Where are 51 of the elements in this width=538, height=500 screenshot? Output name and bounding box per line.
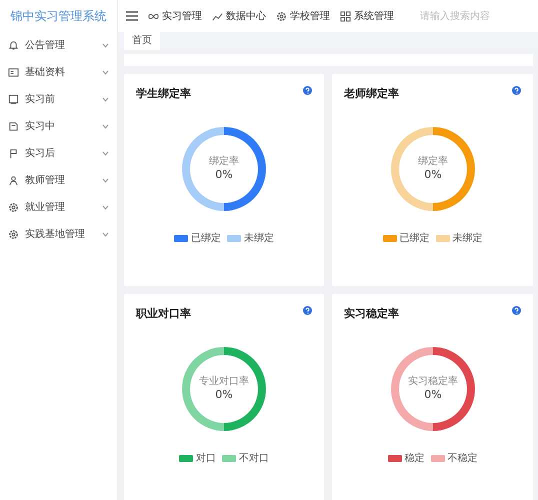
- legend-label: 不对口: [239, 452, 269, 466]
- gear-icon: [8, 229, 19, 240]
- help-icon[interactable]: [303, 86, 312, 95]
- nav-link[interactable]: 数据中心: [212, 8, 266, 24]
- center-label: 实习稳定率: [408, 376, 458, 386]
- flag-icon: [8, 148, 19, 159]
- monitor-icon: [8, 94, 19, 105]
- center-label: 绑定率: [418, 156, 448, 166]
- sidebar-item[interactable]: 实践基地管理: [0, 221, 117, 248]
- id-card-icon: [8, 67, 19, 78]
- line-chart-icon: [212, 10, 223, 22]
- legend-label: 不稳定: [448, 452, 478, 466]
- app-logo: 锦中实习管理系统: [10, 8, 108, 25]
- sidebar-item[interactable]: 基础资料: [0, 59, 117, 86]
- sidebar-item[interactable]: 实习后: [0, 140, 117, 167]
- center-value: 0%: [215, 168, 233, 180]
- legend-label: 未绑定: [452, 232, 482, 246]
- center-value: 0%: [424, 168, 442, 180]
- grid-icon: [340, 10, 351, 22]
- tab[interactable]: 首页: [124, 31, 160, 50]
- center-label: 绑定率: [209, 156, 239, 166]
- card-title: 职业对口率: [136, 306, 191, 322]
- legend-label: 已绑定: [191, 232, 221, 246]
- legend-label: 已绑定: [400, 232, 430, 246]
- bell-icon: [8, 40, 19, 51]
- legend-label: 未绑定: [244, 232, 274, 246]
- sidebar-item[interactable]: 实习前: [0, 86, 117, 113]
- sidebar-item[interactable]: 实习中: [0, 113, 117, 140]
- help-icon[interactable]: [512, 306, 521, 315]
- nav-link[interactable]: 实习管理: [148, 8, 202, 24]
- menu-icon[interactable]: [126, 11, 138, 21]
- gear-icon: [8, 202, 19, 213]
- card-title: 实习稳定率: [344, 306, 399, 322]
- search-field[interactable]: 请输入搜索内容: [418, 8, 508, 24]
- legend-label: 对口: [196, 452, 216, 466]
- nav-link[interactable]: 系统管理: [340, 8, 394, 24]
- center-label: 专业对口率: [199, 376, 249, 386]
- center-value: 0%: [424, 388, 442, 400]
- help-icon[interactable]: [303, 306, 312, 315]
- help-icon[interactable]: [512, 86, 521, 95]
- gear-icon: [276, 10, 287, 22]
- card-title: 老师绑定率: [344, 86, 399, 102]
- sidebar-item[interactable]: 就业管理: [0, 194, 117, 221]
- document-icon: [8, 121, 19, 132]
- legend-label: 稳定: [404, 452, 424, 466]
- card-title: 学生绑定率: [136, 86, 191, 102]
- sidebar-item[interactable]: 教师管理: [0, 167, 117, 194]
- nav-link[interactable]: 学校管理: [276, 8, 330, 24]
- people-icon: [8, 175, 19, 186]
- sidebar-item[interactable]: 公告管理: [0, 32, 117, 59]
- center-value: 0%: [215, 388, 233, 400]
